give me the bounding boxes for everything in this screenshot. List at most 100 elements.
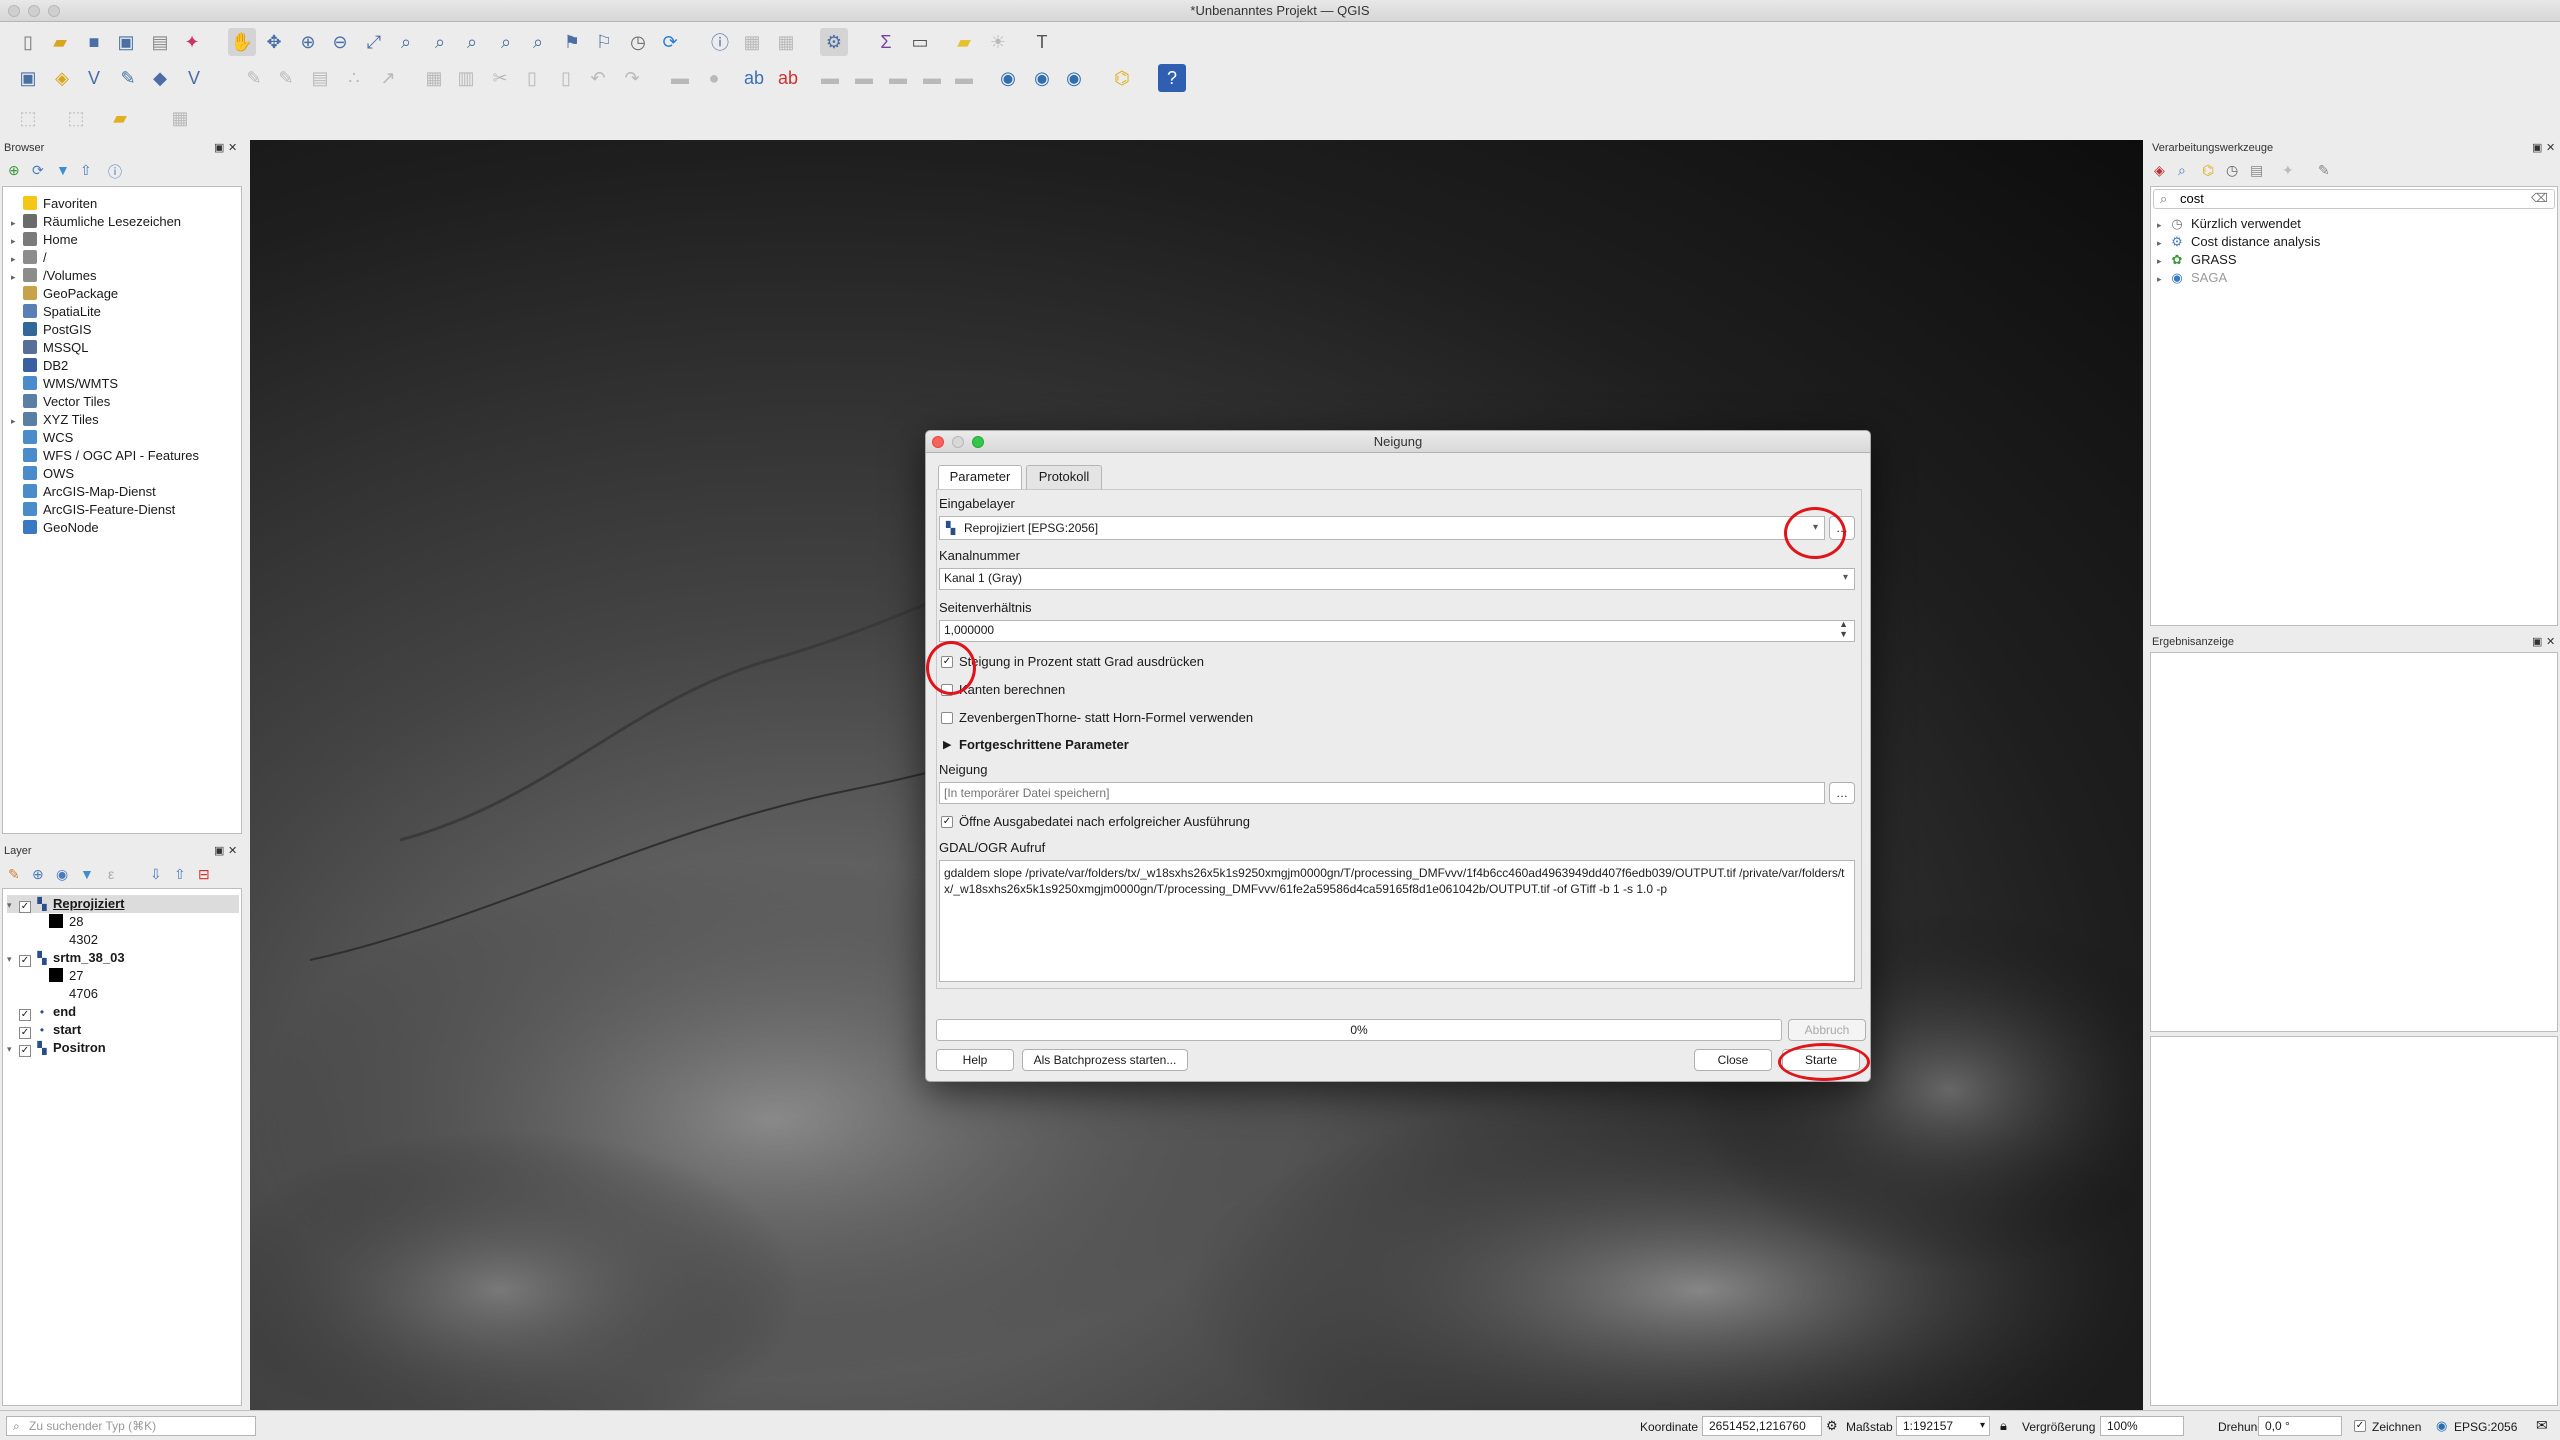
browser-item[interactable]: GeoNode: [11, 519, 99, 537]
modify-attributes-icon[interactable]: ▦: [420, 64, 448, 92]
label-move-icon[interactable]: ▬: [816, 64, 844, 92]
browser-item[interactable]: ▸ /: [11, 249, 47, 267]
zevenbergen-checkbox[interactable]: [941, 712, 953, 724]
refresh-browser-icon[interactable]: ⟳: [32, 162, 44, 179]
layer-row[interactable]: ✓ • start: [7, 1021, 81, 1039]
processing-toolbox-icon[interactable]: ⚙: [820, 28, 848, 56]
toggle-editing-icon[interactable]: ✎: [272, 64, 300, 92]
edit-features-icon[interactable]: ✦: [2282, 162, 2294, 179]
zoom-window-icon[interactable]: [48, 5, 60, 17]
browser-item[interactable]: ArcGIS-Map-Dienst: [11, 483, 156, 501]
new-geopackage-icon[interactable]: ◈: [48, 64, 76, 92]
expand-arrow-icon[interactable]: ▸: [2157, 216, 2169, 234]
undo-icon[interactable]: ↶: [584, 64, 612, 92]
float-results-icon[interactable]: ▣: [2532, 635, 2542, 648]
help-icon[interactable]: ?: [1158, 64, 1186, 92]
close-panel-icon[interactable]: ✕: [228, 141, 237, 154]
diagram-move-icon[interactable]: ▬: [918, 64, 946, 92]
print-layout-icon[interactable]: ▤: [146, 28, 174, 56]
delete-selected-icon[interactable]: ▥: [452, 64, 480, 92]
remove-layer-icon[interactable]: ⊟: [198, 866, 210, 883]
zoom-last-icon[interactable]: ⌕: [492, 28, 520, 56]
rotation-field[interactable]: 0,0 °: [2258, 1416, 2342, 1436]
magnifier-field[interactable]: 100%: [2100, 1416, 2184, 1436]
zoom-selection-icon[interactable]: ⌕: [392, 28, 420, 56]
processing-item[interactable]: ▸ ◷ Kürzlich verwendet: [2157, 215, 2301, 233]
browser-item[interactable]: ArcGIS-Feature-Dienst: [11, 501, 175, 519]
browser-item[interactable]: Favoriten: [11, 195, 97, 213]
collapse-all-icon[interactable]: ⇧: [80, 162, 92, 179]
current-edits-icon[interactable]: ✎: [240, 64, 268, 92]
open-project-icon[interactable]: ▰: [46, 28, 74, 56]
processing-search-input[interactable]: [2180, 191, 2520, 206]
virtual-layer-icon[interactable]: ◆: [146, 64, 174, 92]
dialog-close-icon[interactable]: [932, 436, 944, 448]
text-annotation-icon[interactable]: T: [1028, 28, 1056, 56]
processing-item[interactable]: ▸ ◉ SAGA: [2157, 269, 2227, 287]
expand-triangle-icon[interactable]: ▶: [943, 738, 951, 751]
show-bookmarks-icon[interactable]: ⚐: [590, 28, 618, 56]
filter-icon[interactable]: ▼: [56, 162, 70, 178]
collapse-all-layers-icon[interactable]: ⇧: [174, 866, 186, 883]
output-browse-button[interactable]: …: [1829, 782, 1855, 804]
close-processing-icon[interactable]: ✕: [2546, 141, 2555, 154]
add-feature-icon[interactable]: ∴: [340, 64, 368, 92]
toggle-extents-icon[interactable]: ⚙: [1826, 1418, 1838, 1434]
dialog-minimize-icon[interactable]: [952, 436, 964, 448]
temporal-controller-icon[interactable]: ◷: [624, 28, 652, 56]
minimize-window-icon[interactable]: [28, 5, 40, 17]
identify-icon[interactable]: ⓘ: [706, 28, 734, 56]
cut-features-icon[interactable]: ✂: [486, 64, 514, 92]
browser-item[interactable]: ▸ Home: [11, 231, 78, 249]
advanced-parameters-toggle[interactable]: Fortgeschrittene Parameter: [959, 737, 1129, 752]
help-button[interactable]: Help: [936, 1049, 1014, 1071]
clear-search-icon[interactable]: ⌫: [2531, 191, 2548, 205]
expand-arrow-icon[interactable]: ▸: [2157, 252, 2169, 270]
copy-features-icon[interactable]: ▯: [518, 64, 546, 92]
history-search-icon[interactable]: ⌕: [2178, 162, 2186, 179]
float-processing-icon[interactable]: ▣: [2532, 141, 2542, 154]
processing-item[interactable]: ▸ ⚙ Cost distance analysis: [2157, 233, 2320, 251]
label-highlight-icon[interactable]: ●: [700, 64, 728, 92]
lock-scale-icon[interactable]: 🔒︎: [2000, 1418, 2007, 1434]
python-scripts-icon[interactable]: ⌬: [2202, 162, 2214, 179]
close-button[interactable]: Close: [1694, 1049, 1772, 1071]
browser-item[interactable]: OWS: [11, 465, 74, 483]
statistics-icon[interactable]: Σ: [872, 28, 900, 56]
browser-item[interactable]: DB2: [11, 357, 68, 375]
float-panel-icon[interactable]: ▣: [214, 141, 224, 154]
close-window-icon[interactable]: [8, 5, 20, 17]
results-viewer-icon[interactable]: ▤: [2250, 162, 2263, 179]
layer-row[interactable]: ▾ ✓ ▚ srtm_38_03: [7, 949, 125, 967]
style-panel-icon[interactable]: ✎: [8, 866, 20, 883]
layer-visibility-checkbox[interactable]: ✓: [19, 1009, 31, 1021]
zoom-out-icon[interactable]: ⊖: [326, 28, 354, 56]
processing-item[interactable]: ▸ ✿ GRASS: [2157, 251, 2237, 269]
expand-all-icon[interactable]: ⇩: [150, 866, 162, 883]
measure-icon[interactable]: ▭: [906, 28, 934, 56]
open-output-checkbox[interactable]: ✓: [941, 816, 953, 828]
label-tool-icon[interactable]: ▬: [666, 64, 694, 92]
close-layer-panel-icon[interactable]: ✕: [228, 844, 237, 857]
messages-icon[interactable]: ✉: [2536, 1417, 2548, 1434]
label-show-hide-icon[interactable]: ab: [774, 64, 802, 92]
layer-row[interactable]: ▾ ✓ ▚ Positron: [7, 1039, 106, 1057]
diagram-change-icon[interactable]: ▬: [950, 64, 978, 92]
attribute-table-icon[interactable]: ▦: [738, 28, 766, 56]
zoom-layer-icon[interactable]: ⌕: [426, 28, 454, 56]
output-file-input[interactable]: [939, 782, 1825, 804]
zoom-next-icon[interactable]: ⌕: [524, 28, 552, 56]
crs-globe-icon[interactable]: ◉: [2436, 1418, 2447, 1434]
save-as-icon[interactable]: ▣: [112, 28, 140, 56]
zoom-full-icon[interactable]: ⤢: [360, 28, 388, 56]
manage-visibility-icon[interactable]: ◉: [56, 866, 68, 883]
browser-item[interactable]: Vector Tiles: [11, 393, 110, 411]
expand-arrow-icon[interactable]: ▸: [11, 214, 23, 232]
render-checkbox[interactable]: ✓: [2354, 1420, 2366, 1432]
browser-item[interactable]: WCS: [11, 429, 73, 447]
select-features-icon[interactable]: ⬚: [14, 104, 42, 132]
new-bookmark-icon[interactable]: ⚑: [558, 28, 586, 56]
browser-item[interactable]: ▸ /Volumes: [11, 267, 96, 285]
open-attribute-table-icon[interactable]: ▦: [166, 104, 194, 132]
expand-arrow-icon[interactable]: ▸: [11, 412, 23, 430]
